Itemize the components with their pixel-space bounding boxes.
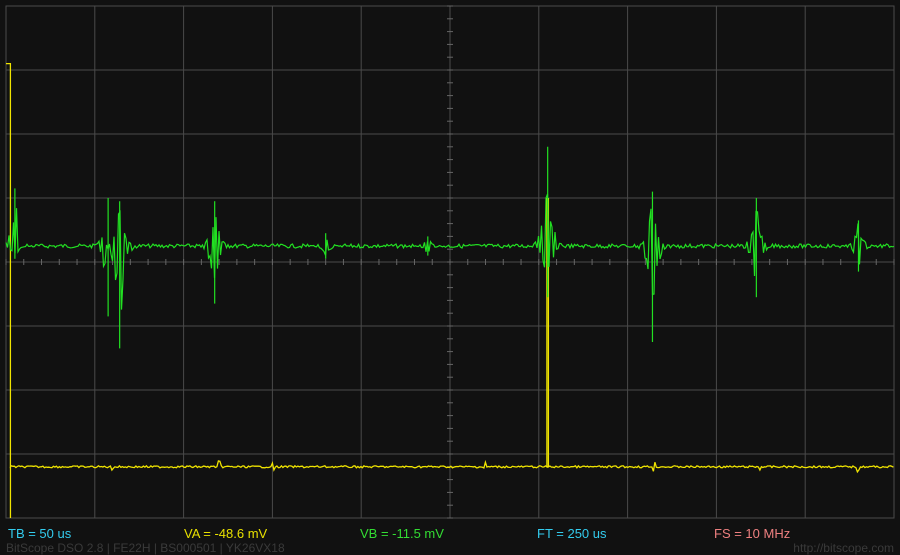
device-info-footer: BitScope DSO 2.8 | FE22H | BS000501 | YK… xyxy=(6,541,285,555)
website-link[interactable]: http://bitscope.com xyxy=(793,541,894,555)
timebase-readout: TB = 50 us xyxy=(8,526,72,541)
channel-b-voltage-readout: VB = -11.5 mV xyxy=(360,526,444,541)
trigger-time-readout: FT = 250 us xyxy=(537,526,607,541)
sample-rate-readout: FS = 10 MHz xyxy=(714,526,791,541)
channel-a-voltage-readout: VA = -48.6 mV xyxy=(184,526,268,541)
oscilloscope-display xyxy=(0,0,900,522)
